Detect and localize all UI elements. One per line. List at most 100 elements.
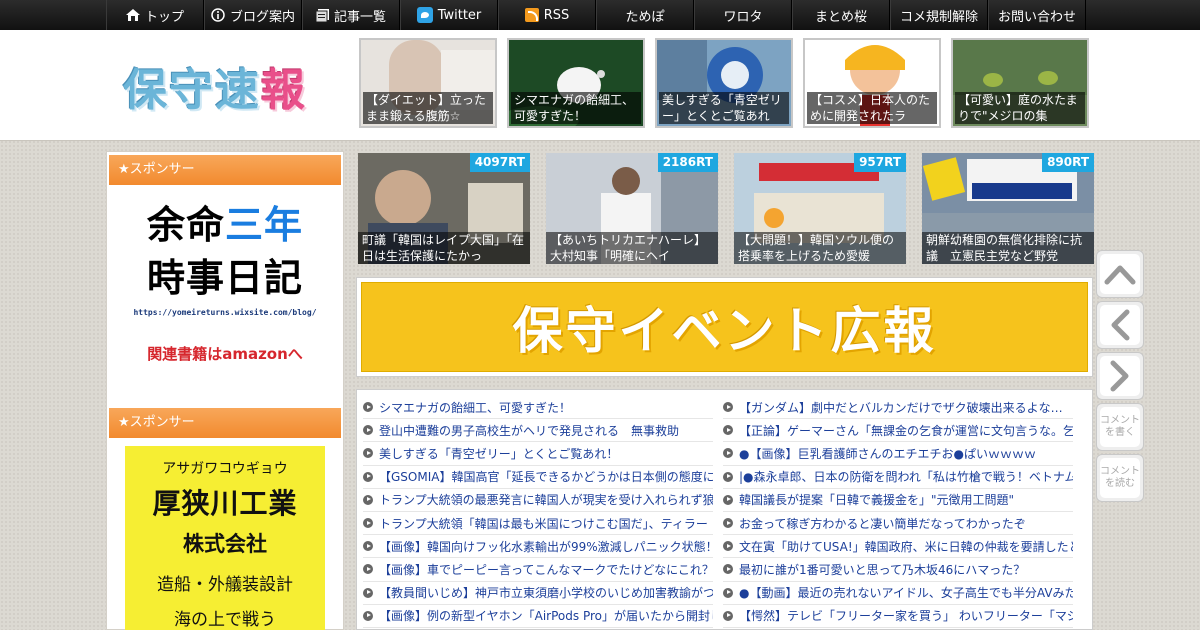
news-item[interactable]: |●森永卓郎、日本の防衛を問われ「私は竹槍で戦う！ベトナム [723, 466, 1073, 489]
news-item[interactable]: ●【画像】巨乳看護師さんのエチエチお●ぱいｗｗｗｗ [723, 442, 1073, 466]
rt-article[interactable]: 4097RT 町議「韓国はレイプ大国」「在日は生活保護にたかっ [358, 153, 530, 264]
scroll-top-button[interactable] [1096, 250, 1144, 298]
play-bullet-icon [363, 564, 373, 575]
event-banner[interactable]: 保守イベント広報 [356, 277, 1093, 377]
nav-item-matome-sakura[interactable]: まとめ桜 [792, 0, 890, 30]
home-icon [125, 9, 140, 21]
rt-caption: 【あいちトリカエナハーレ】大村知事「明確にヘイ [546, 232, 718, 264]
featured-caption: 美しすぎる「青空ゼリー」とくとご覧あれ [659, 92, 789, 124]
ad-tagline: 海の上で戦う [174, 610, 276, 630]
news-item[interactable]: 【画像】韓国向けフッ化水素輸出が99%激減しパニック状態！ [363, 535, 713, 559]
read-comment-button[interactable]: コメントを読む [1096, 454, 1144, 502]
news-item[interactable]: 【画像】車でピーピー言ってこんなマークでたけどなにこれ？ [363, 558, 713, 582]
featured-article[interactable]: シマエナガの飴細工、可愛すぎた！ [507, 38, 645, 128]
news-item[interactable]: 【教員間いじめ】神戸市立東須磨小学校のいじめ加害教諭がつ [363, 582, 713, 605]
play-bullet-icon [723, 541, 733, 552]
featured-article[interactable]: 【可愛い】庭の水たまりで"メジロの集 [951, 38, 1089, 128]
play-bullet-icon [723, 402, 733, 413]
nav-item-comment-unblock[interactable]: コメ規制解除 [890, 0, 988, 30]
nav-item-blog-guide[interactable]: ブログ案内 [204, 0, 302, 30]
news-item[interactable]: 【GSOMIA】韓国高官「延長できるかどうかは日本側の態度に [363, 466, 713, 489]
news-item[interactable]: 文在寅「助けてUSA!」韓国政府、米に日韓の仲裁を要請したと [723, 535, 1073, 559]
play-bullet-icon [723, 610, 733, 621]
news-title: 韓国議長が提案「日韓で義援金を」"元徴用工問題" [739, 493, 1015, 508]
news-title: 【愕然】テレビ「フリーター家を買う」 わいフリーター「マジ [739, 609, 1073, 624]
rt-article[interactable]: 890RT 朝鮮幼稚園の無償化排除に抗議 立憲民主党など野党 [922, 153, 1094, 264]
nav-item-rss[interactable]: RSS [498, 0, 596, 30]
rt-article[interactable]: 957RT 【大問題！】韓国ソウル便の搭乗率を上げるため愛媛 [734, 153, 906, 264]
news-title: 文在寅「助けてUSA!」韓国政府、米に日韓の仲裁を要請したと [739, 539, 1073, 554]
news-column-left: シマエナガの飴細工、可愛すぎた！ 登山中遭難の男子高校生がヘリで発見される 無事… [363, 396, 713, 628]
news-list: シマエナガの飴細工、可愛すぎた！ 登山中遭難の男子高校生がヘリで発見される 無事… [356, 389, 1093, 630]
news-item[interactable]: シマエナガの飴細工、可愛すぎた！ [363, 396, 713, 420]
sponsor-ad-asagawa[interactable]: アサガワコウギョウ 厚狭川工業 株式会社 造船・外艤装設計 海の上で戦う [125, 446, 325, 630]
news-item[interactable]: お金って稼ぎ方わかると凄い簡単だなってわかったぞ [723, 512, 1073, 536]
nav-item-top[interactable]: トップ [106, 0, 204, 30]
play-bullet-icon [363, 425, 373, 436]
play-bullet-icon [723, 425, 733, 436]
news-item[interactable]: 【ガンダム】劇中だとバルカンだけでザク破壊出来るよな… [723, 396, 1073, 420]
play-bullet-icon [363, 448, 373, 459]
featured-article[interactable]: 【コスメ】日本人のために開発されたラ [803, 38, 941, 128]
twitter-icon [416, 7, 433, 23]
news-item[interactable]: 最初に誰が1番可愛いと思って乃木坂46にハマった？ [723, 558, 1073, 582]
rt-article[interactable]: 2186RT 【あいちトリカエナハーレ】大村知事「明確にヘイ [546, 153, 718, 264]
next-article-button[interactable] [1096, 352, 1144, 400]
news-title: |●森永卓郎、日本の防衛を問われ「私は竹槍で戦う！ベトナム [739, 470, 1073, 485]
ad-url: https://yomeireturns.wixsite.com/blog/ [133, 308, 317, 317]
nav-item-twitter[interactable]: Twitter [400, 0, 498, 30]
sponsor-ad-yomei[interactable]: 余命三年 時事日記 https://yomeireturns.wixsite.c… [125, 200, 325, 380]
rt-caption: 朝鮮幼稚園の無償化排除に抗議 立憲民主党など野党 [922, 232, 1094, 264]
news-item[interactable]: 登山中遭難の男子高校生がヘリで発見される 無事救助 [363, 419, 713, 443]
nav-item-warota[interactable]: ワロタ [694, 0, 792, 30]
news-title: 【GSOMIA】韓国高官「延長できるかどうかは日本側の態度に [379, 470, 713, 485]
news-item[interactable]: トランプ大統領の最悪発言に韓国人が現実を受け入れられず狼 [363, 489, 713, 512]
rt-count-badge: 957RT [854, 153, 906, 172]
nav-label: まとめ桜 [814, 9, 867, 25]
chevron-up-icon [1104, 265, 1136, 285]
featured-article[interactable]: 【ダイエット】立ったまま鍛える腹筋☆ [359, 38, 497, 128]
news-item[interactable]: 【画像】例の新型イヤホン「AirPods Pro」が届いたから開封し [363, 605, 713, 628]
play-bullet-icon [363, 541, 373, 552]
ad-line: 時事日記 [146, 256, 303, 300]
news-item[interactable]: 【正論】ゲーマーさん「無課金の乞食が運営に文句言うな。乞 [723, 419, 1073, 443]
sponsor-heading: ★スポンサー [109, 155, 341, 185]
logo-text: 保守速 [123, 65, 261, 116]
news-title: ●【画像】巨乳看護師さんのエチエチお●ぱいｗｗｗｗ [739, 446, 1036, 461]
prev-article-button[interactable] [1096, 301, 1144, 349]
nav-item-article-list[interactable]: 記事一覧 [302, 0, 400, 30]
featured-caption: 【コスメ】日本人のために開発されたラ [807, 92, 937, 124]
news-item[interactable]: 美しすぎる「青空ゼリー」とくとご覧あれ！ [363, 442, 713, 466]
read-comment-label: コメントを読む [1100, 458, 1140, 498]
chevron-right-icon [1110, 360, 1129, 392]
amazon-link[interactable]: 関連書籍はamazonへ [125, 343, 325, 364]
play-bullet-icon [723, 587, 733, 598]
nav-label: ワロタ [723, 9, 763, 25]
rt-caption: 【大問題！】韓国ソウル便の搭乗率を上げるため愛媛 [734, 232, 906, 264]
news-item[interactable]: 【愕然】テレビ「フリーター家を買う」 わいフリーター「マジ [723, 605, 1073, 628]
featured-caption: シマエナガの飴細工、可愛すぎた！ [511, 92, 641, 124]
news-title: 美しすぎる「青空ゼリー」とくとご覧あれ！ [379, 446, 619, 461]
site-header: 保守速報 【ダイエット】立ったまま鍛える腹筋☆ シマエナガの飴細工、可愛すぎた！… [0, 30, 1200, 141]
rt-count-badge: 2186RT [657, 153, 718, 172]
featured-article[interactable]: 美しすぎる「青空ゼリー」とくとご覧あれ [655, 38, 793, 128]
nav-label: お問い合わせ [997, 9, 1076, 25]
news-title: 【画像】車でピーピー言ってこんなマークでたけどなにこれ？ [379, 562, 713, 577]
info-icon [211, 8, 225, 22]
play-bullet-icon [363, 587, 373, 598]
news-title: 【ガンダム】劇中だとバルカンだけでザク破壊出来るよな… [739, 400, 1063, 415]
news-item[interactable]: ●【動画】最近の売れないアイドル、女子高生でも半分AVみた [723, 582, 1073, 605]
sidebar: ★スポンサー 余命三年 時事日記 https://yomeireturns.wi… [106, 151, 344, 630]
nav-label: Twitter [437, 7, 482, 23]
nav-label: 記事一覧 [333, 9, 386, 25]
play-bullet-icon [363, 402, 373, 413]
play-bullet-icon [363, 518, 373, 529]
news-title: 【画像】例の新型イヤホン「AirPods Pro」が届いたから開封し [379, 609, 713, 624]
news-item[interactable]: トランプ大統領「韓国は最も米国につけこむ国だ」、ティラー [363, 512, 713, 536]
nav-item-contact[interactable]: お問い合わせ [988, 0, 1086, 30]
news-item[interactable]: 韓国議長が提案「日韓で義援金を」"元徴用工問題" [723, 489, 1073, 512]
nav-item-tamepo[interactable]: ためぽ [596, 0, 694, 30]
site-logo[interactable]: 保守速報 [123, 54, 307, 118]
rss-icon [524, 8, 539, 22]
write-comment-button[interactable]: コメントを書く [1096, 403, 1144, 451]
